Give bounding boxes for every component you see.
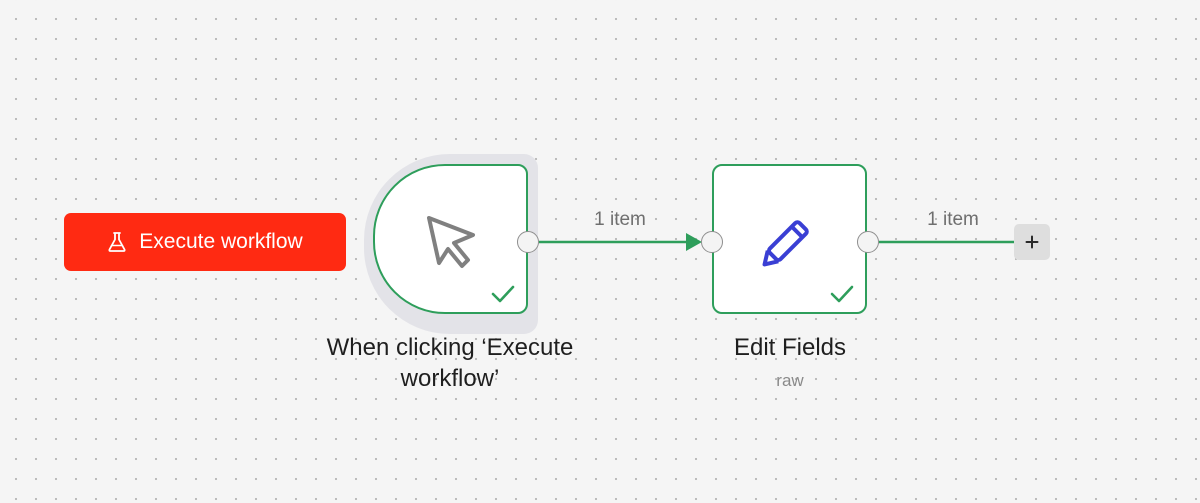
execute-workflow-label: Execute workflow (139, 230, 303, 253)
trigger-output-handle[interactable] (517, 231, 539, 253)
cursor-click-icon (427, 216, 475, 268)
plus-icon (1025, 235, 1039, 249)
edit-fields-input-handle[interactable] (701, 231, 723, 253)
edit-fields-output-handle[interactable] (857, 231, 879, 253)
trigger-node-title: When clicking ‘Execute workflow’ (326, 334, 574, 392)
workflow-canvas[interactable]: Execute workflow 1 item 1 item When clic… (0, 0, 1200, 503)
edit-fields-node-title: Edit Fields (733, 334, 847, 361)
connection-item-count-label: 1 item (927, 209, 979, 230)
success-check-icon (830, 285, 854, 303)
flask-icon (108, 232, 126, 252)
edit-fields-node-subtitle: raw (776, 371, 804, 390)
success-check-icon (491, 285, 515, 303)
add-node-button[interactable] (1014, 224, 1050, 260)
pencil-icon (762, 220, 809, 267)
execute-workflow-button[interactable]: Execute workflow (64, 213, 346, 271)
trigger-node[interactable] (373, 164, 528, 314)
edit-fields-node[interactable] (712, 164, 867, 314)
connection-item-count-label: 1 item (594, 209, 646, 230)
connection-arrow-icon (686, 233, 702, 251)
